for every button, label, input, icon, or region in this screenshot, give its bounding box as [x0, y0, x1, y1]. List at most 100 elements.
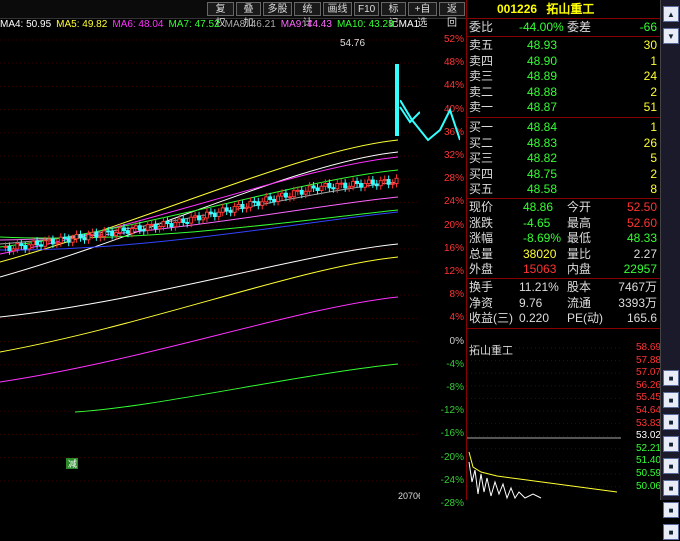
weicha-label: 委差	[567, 20, 592, 34]
candle-body	[98, 235, 103, 238]
f1-icon[interactable]: ■	[663, 370, 679, 386]
candle-body	[366, 179, 371, 184]
toolbar-button[interactable]: 叠加	[236, 2, 261, 29]
webi-label: 委比	[469, 20, 494, 34]
quote-row: 买二 48.83 26	[467, 136, 661, 151]
bid-label: 买二	[469, 135, 494, 150]
stat-label: 现价	[469, 200, 494, 214]
right-sidebar: ▲ ▼ ■ ■ ■ ■ ■ ■ ■ ■	[660, 0, 680, 540]
quote-row: 卖二 48.88 2	[467, 85, 661, 100]
bid-price: 48.75	[527, 166, 558, 181]
stat-label: 涨跌	[469, 215, 494, 230]
divider	[467, 278, 661, 279]
stock-title: 001226 拓山重工	[467, 0, 661, 19]
quote-row: 买五 48.58 8	[467, 182, 661, 197]
chart-background	[0, 32, 420, 500]
candle-body	[39, 244, 44, 247]
toolbar-button[interactable]: 画线	[323, 2, 352, 16]
stat-value: 22957	[623, 262, 657, 277]
ma-label: MA9: 44.43	[280, 19, 332, 30]
candle-body	[287, 196, 292, 199]
candle-body	[201, 217, 205, 221]
peak-price-label: 54.76	[340, 38, 365, 49]
ma-label: MA10: 43.28	[336, 19, 394, 30]
candle-body	[58, 236, 63, 244]
f5-icon[interactable]: ■	[663, 458, 679, 474]
ma-label: MA7: 47.52	[168, 19, 220, 30]
ask-price: 48.89	[527, 69, 558, 84]
ma-label: MA6: 48.04	[112, 19, 164, 30]
stat-label: 内盘	[567, 262, 592, 277]
candle-body	[94, 232, 99, 238]
bid-label: 买三	[469, 151, 494, 166]
stat-value: 15063	[523, 262, 557, 277]
candle-body	[272, 198, 277, 202]
quote-row: 卖四 48.90 1	[467, 54, 661, 69]
candle-body	[252, 200, 257, 203]
candle-body	[335, 183, 340, 190]
percent-tick: -20%	[440, 451, 464, 463]
candle-body	[62, 236, 67, 239]
mini-axis-label: 57.88	[635, 354, 661, 366]
toolbar-button[interactable]: F10	[354, 2, 379, 16]
candle-body	[161, 220, 166, 227]
divider	[467, 117, 661, 118]
fund-label: 换手	[469, 280, 494, 294]
candle-body	[204, 211, 209, 219]
ma-label: MA5: 49.82	[56, 19, 108, 30]
mini-chart-plot	[467, 347, 621, 500]
bid-label: 买一	[469, 120, 494, 134]
ask-price: 48.90	[527, 53, 558, 68]
f6-icon[interactable]: ■	[663, 480, 679, 496]
candle-body	[106, 230, 111, 233]
toolbar-button[interactable]: +自选	[408, 2, 437, 29]
stat-label: 最高	[567, 215, 592, 230]
ask-volume: 1	[650, 53, 657, 68]
toolbar-button[interactable]: 多股	[263, 2, 292, 16]
candle-body	[311, 185, 316, 189]
candle-body	[19, 243, 24, 247]
candle-body	[228, 210, 233, 213]
candle-body	[303, 190, 308, 195]
f4-icon[interactable]: ■	[663, 436, 679, 452]
candle-body	[280, 192, 284, 197]
candle-body	[145, 224, 150, 231]
toolbar-button[interactable]: 统计	[294, 2, 321, 29]
stat-label: 总量	[469, 246, 494, 261]
candle-body	[185, 221, 190, 224]
candle-body	[256, 201, 261, 206]
ask-volume: 2	[650, 84, 657, 99]
toolbar-button[interactable]: 返回	[439, 2, 465, 29]
toolbar-button[interactable]: 标记	[381, 2, 406, 29]
ma-label: MA4: 50.95	[0, 19, 52, 30]
f8-icon[interactable]: ■	[663, 524, 679, 540]
candle-body	[208, 211, 213, 214]
fund-value: 9.76	[519, 295, 543, 310]
arrow-up-icon[interactable]: ▲	[663, 6, 679, 22]
candle-body	[264, 196, 269, 203]
bid-label: 买五	[469, 182, 494, 197]
candle-body	[260, 201, 265, 206]
divider	[467, 198, 661, 199]
mini-avg-line	[468, 451, 618, 493]
f2-icon[interactable]: ■	[663, 392, 679, 408]
ask-price: 48.87	[527, 100, 558, 115]
quote-row: 买三 48.82 5	[467, 151, 661, 166]
candle-body	[370, 179, 375, 185]
candle-body	[78, 233, 83, 239]
candle-body	[394, 177, 399, 184]
candle-body	[82, 237, 87, 241]
f7-icon[interactable]: ■	[663, 502, 679, 518]
stock-name: 拓山重工	[546, 2, 595, 16]
quote-row: 总量 38020 量比 2.27	[467, 247, 661, 262]
mini-chart[interactable]: 拓山重工 58.69 57.88 57.07 56.26 55.45 54.64 53.83…	[467, 342, 661, 500]
f3-icon[interactable]: ■	[663, 414, 679, 430]
kline-chart[interactable]: 54.76 减 2070656	[0, 32, 420, 500]
bid-price: 48.58	[527, 182, 558, 197]
candle-body	[390, 182, 395, 185]
candle-body	[23, 245, 28, 250]
ask-price: 48.88	[527, 84, 558, 99]
candle-body	[46, 238, 51, 242]
toolbar-button[interactable]: 复权	[207, 2, 234, 29]
arrow-down-icon[interactable]: ▼	[663, 28, 679, 44]
